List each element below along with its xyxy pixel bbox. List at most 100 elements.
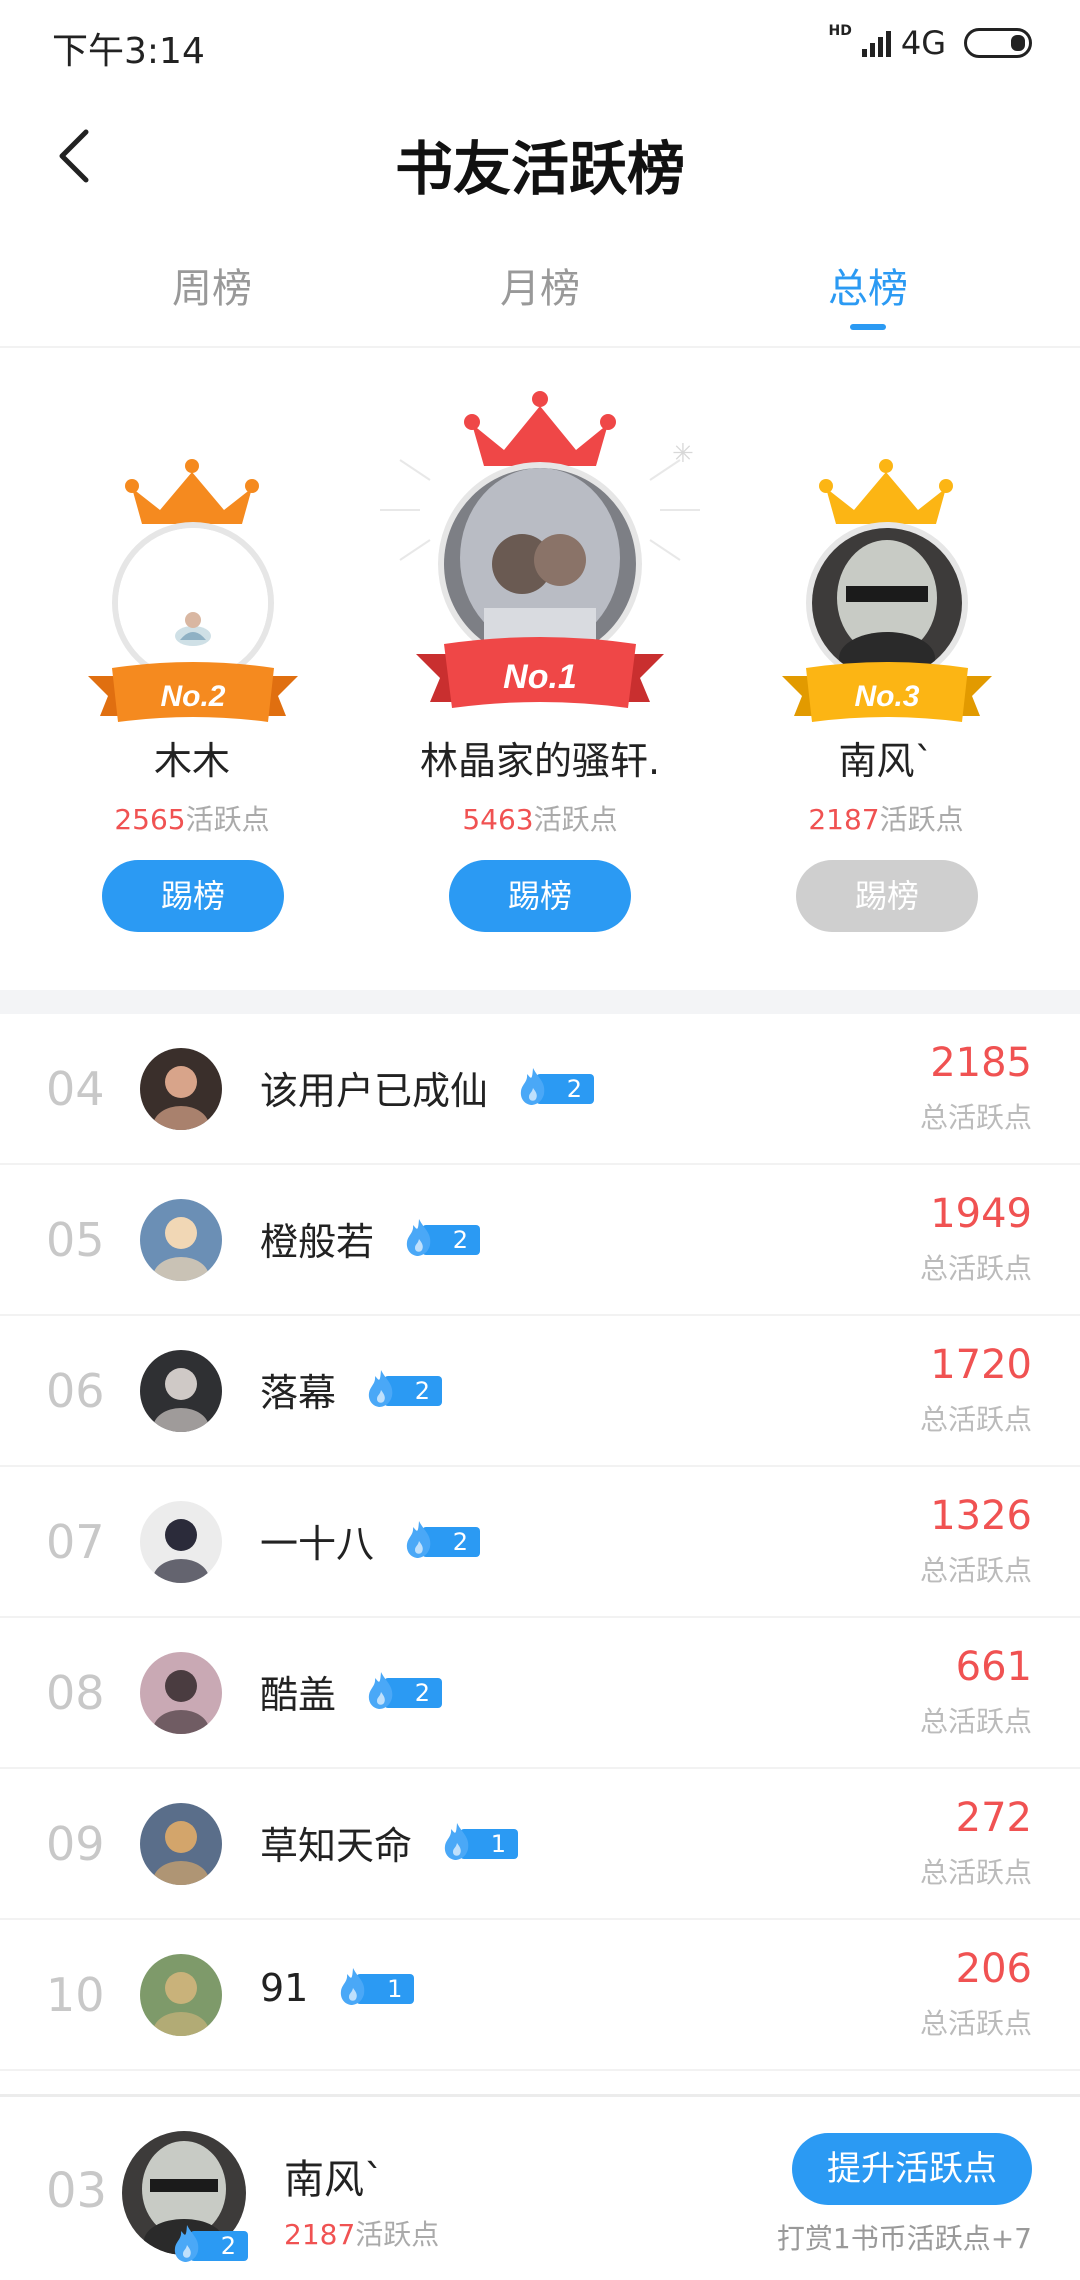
avatar[interactable] [140,1048,222,1130]
avatar[interactable] [140,1954,222,2036]
tab-label: 周榜 [172,266,252,312]
podium: No.2 木木 2565活跃点 踢榜 ✳ No.1 林晶家的骚轩. 5463活跃… [0,350,1080,990]
user-name: 91 [260,1966,309,2010]
tab-weekly[interactable]: 周榜 [112,256,312,336]
svg-text:✳: ✳ [672,439,694,469]
podium-third: No.3 南风` 2187活跃点 踢榜 [706,350,1066,990]
score-label: 总活跃点 [919,1554,1032,1587]
flame-icon [174,2225,199,2262]
score-value: 661 [955,1644,1032,1690]
avatar-image [140,1803,222,1885]
kick-button[interactable]: 踢榜 [102,860,284,932]
my-rank-bar: 03 2 南风` 2187活跃点 提升活跃点 打赏1书币活跃点+7 [0,2094,1080,2280]
podium-points: 2565活跃点 [114,803,270,836]
avatar[interactable] [140,1199,222,1281]
rank-number: 08 [46,1666,105,1720]
kick-button[interactable]: 踢榜 [449,860,631,932]
score-label: 总活跃点 [919,1856,1032,1889]
user-name: 橙般若 [260,1220,375,1264]
avatar-image [140,1954,222,2036]
flame-icon [520,1067,545,1105]
status-time: 下午3:14 [52,31,205,72]
podium-name: 林晶家的骚轩. [419,739,661,783]
flame-icon [368,1369,393,1407]
avatar-image [140,1048,222,1130]
list-item[interactable]: 05 橙般若 2 1949 总活跃点 [0,1165,1080,1316]
podium-second: No.2 木木 2565活跃点 踢榜 [12,350,372,990]
score-label: 总活跃点 [919,1705,1032,1738]
flame-icon [406,1218,431,1256]
rank-badge-text: No.3 [854,680,919,713]
tab-monthly[interactable]: 月榜 [440,256,640,336]
my-name: 南风` [284,2157,384,2203]
rank-number: 04 [46,1062,105,1116]
score-value: 1326 [930,1493,1032,1539]
kick-button[interactable]: 踢榜 [796,860,978,932]
podium-name: 木木 [153,739,230,783]
level-badge: 1 [338,1968,415,2006]
avatar[interactable] [140,1803,222,1885]
name-group: 橙般若 2 [260,1211,481,1266]
score-label: 总活跃点 [919,1403,1032,1436]
tab-active-indicator [850,324,886,330]
tab-total[interactable]: 总榜 [768,256,968,336]
list-item[interactable]: 06 落幕 2 1720 总活跃点 [0,1316,1080,1467]
score-label: 总活跃点 [919,2007,1032,2040]
hd-indicator: HD [828,23,852,39]
avatar[interactable] [140,1350,222,1432]
avatar-image [140,1501,222,1583]
avatar[interactable] [140,1652,222,1734]
flame-icon [444,1822,469,1860]
rank-number: 05 [46,1213,105,1267]
my-rank-number: 03 [46,2163,108,2219]
section-divider [0,990,1080,1014]
rank-ribbon-third: No.3 [782,662,992,722]
tab-bar: 周榜 月榜 总榜 [0,240,1080,348]
list-item[interactable]: 04 该用户已成仙 2 2185 总活跃点 [0,1014,1080,1165]
score-label: 总活跃点 [919,1252,1032,1285]
level-badge: 2 [172,2225,248,2263]
boost-activity-button[interactable]: 提升活跃点 [792,2133,1032,2205]
level-badge: 2 [366,1369,443,1408]
user-name: 草知天命 [260,1824,413,1868]
rank-number: 07 [46,1515,105,1569]
tab-label: 总榜 [828,266,908,312]
page-title: 书友活跃榜 [394,135,685,203]
name-group: 该用户已成仙 2 [260,1060,595,1115]
podium-name: 南风` [838,739,934,783]
crown-icon [125,459,259,524]
score-value: 272 [955,1795,1032,1841]
rank-number: 10 [46,1968,105,2022]
list-item[interactable]: 08 酷盖 2 661 总活跃点 [0,1618,1080,1769]
user-name: 落幕 [260,1371,337,1415]
tab-label: 月榜 [500,266,580,312]
score-label: 总活跃点 [919,1101,1032,1134]
rank-badge-text: No.2 [160,680,225,713]
avatar-image [140,1652,222,1734]
rank-number: 09 [46,1817,105,1871]
level-badge: 2 [518,1067,595,1106]
boost-hint: 打赏1书币活跃点+7 [776,2222,1032,2255]
name-group: 落幕 2 [260,1362,443,1417]
ranking-list: 04 该用户已成仙 2 2185 总活跃点 05 橙般若 2 1949 总活跃点 06 落幕 2 1720… [0,1014,1080,2071]
level-badge: 1 [442,1822,519,1861]
avatar[interactable] [140,1501,222,1583]
crown-icon [819,459,953,524]
list-item[interactable]: 09 草知天命 1 272 总活跃点 [0,1769,1080,1920]
rank-ribbon-first: No.1 [416,637,664,708]
status-bar: 下午3:14 HD 4G [0,0,1080,90]
rank-badge-text: No.1 [503,658,577,696]
crown-icon [464,391,616,466]
user-name: 酷盖 [260,1673,337,1717]
rank-ribbon-second: No.2 [88,662,298,722]
name-group: 草知天命 1 [260,1815,519,1870]
podium-points: 5463活跃点 [462,803,618,836]
nav-bar: 书友活跃榜 [0,100,1080,212]
signal-icon [861,29,891,57]
score-value: 1720 [930,1342,1032,1388]
rank-number: 06 [46,1364,105,1418]
my-points: 2187活跃点 [284,2218,440,2251]
list-item[interactable]: 10 91 1 206 总活跃点 [0,1920,1080,2071]
list-item[interactable]: 07 一十八 2 1326 总活跃点 [0,1467,1080,1618]
user-name: 该用户已成仙 [260,1069,489,1113]
